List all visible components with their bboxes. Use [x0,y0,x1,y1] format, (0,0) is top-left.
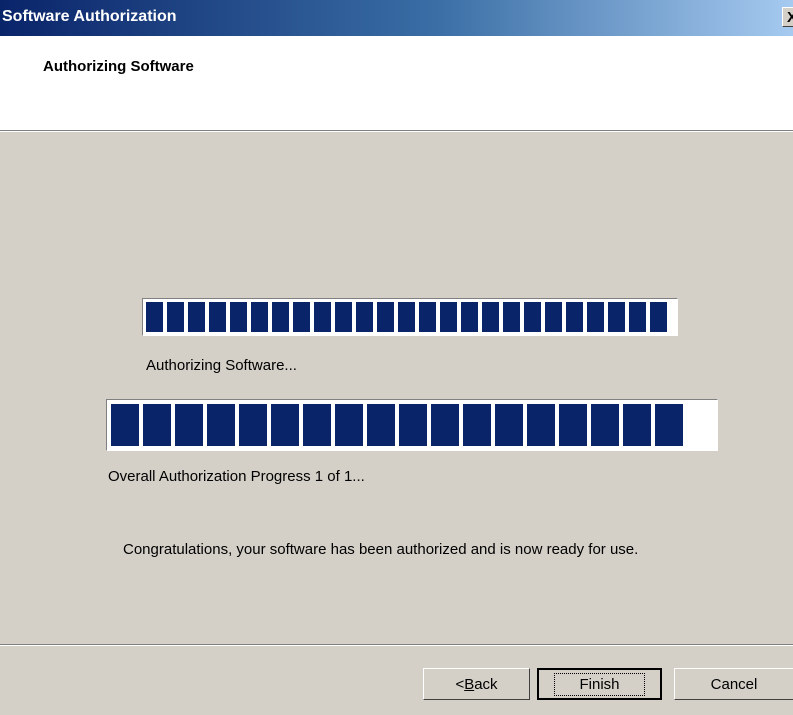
title-bar: Software Authorization X [0,0,793,36]
finish-button-label: Finish [554,672,645,696]
progress-segment [335,302,352,332]
wizard-content: Authorizing Software... Overall Authoriz… [0,132,793,715]
progress-segment [251,302,268,332]
current-progress-label: Authorizing Software... [146,357,297,374]
wizard-subtitle: Authorizing Software [43,58,194,75]
overall-progress-label: Overall Authorization Progress 1 of 1... [108,468,365,485]
progress-segment [495,404,523,446]
progress-segment [559,404,587,446]
progress-segment [591,404,619,446]
progress-segment [545,302,562,332]
progress-segment [271,404,299,446]
window-title: Software Authorization [2,8,177,25]
progress-segment [207,404,235,446]
progress-segment [503,302,520,332]
progress-segment [587,302,604,332]
progress-segment [608,302,625,332]
progress-segment [524,302,541,332]
progress-segment [399,404,427,446]
close-icon[interactable]: X [782,7,793,27]
progress-segment [463,404,491,446]
progress-segment [303,404,331,446]
progress-segment [650,302,667,332]
progress-segment [566,302,583,332]
progress-segment [655,404,683,446]
progress-segment [209,302,226,332]
progress-segment [314,302,331,332]
progress-segment [440,302,457,332]
progress-segment [367,404,395,446]
progress-segment [461,302,478,332]
progress-segment [419,302,436,332]
progress-segment [377,302,394,332]
progress-segment [167,302,184,332]
finish-button[interactable]: Finish [537,668,662,700]
progress-segment [230,302,247,332]
progress-segment [272,302,289,332]
progress-segment [293,302,310,332]
cancel-button[interactable]: Cancel [674,668,793,700]
progress-segment [356,302,373,332]
back-button-rest: ack [474,675,498,693]
progress-segment [431,404,459,446]
current-progress-bar [142,298,678,336]
progress-segment [335,404,363,446]
progress-segment [482,302,499,332]
back-button-mnemonic: B [464,675,475,693]
progress-segment [146,302,163,332]
progress-segment [527,404,555,446]
progress-segment [239,404,267,446]
progress-segment [629,302,646,332]
success-message: Congratulations, your software has been … [123,541,639,558]
back-button-prefix: < [455,675,465,693]
wizard-header: Authorizing Software [0,36,793,130]
progress-segment [143,404,171,446]
progress-segment [623,404,651,446]
progress-segment [398,302,415,332]
progress-segment [175,404,203,446]
footer-divider [0,644,793,646]
back-button[interactable]: < Back [423,668,530,700]
progress-segment [188,302,205,332]
overall-progress-bar [106,399,718,451]
progress-segment [111,404,139,446]
